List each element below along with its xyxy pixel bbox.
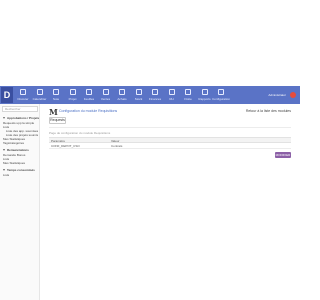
app-logo[interactable]: D: [1, 87, 13, 103]
nav-item-projet[interactable]: Projet: [66, 88, 80, 102]
back-to-modules-link[interactable]: Retour à la liste des modules: [246, 109, 291, 113]
divider: [49, 127, 291, 128]
sidebar-section-title: Temps consommés: [7, 168, 35, 172]
sidebar-section-approbations[interactable]: Approbations / Projets: [3, 116, 39, 120]
nav-item-finances[interactable]: Finances: [148, 88, 162, 102]
nav-item-rh[interactable]: RH: [165, 88, 179, 102]
sidebar-search-input[interactable]: [2, 106, 38, 112]
sales-icon: [102, 89, 109, 95]
nav-item-label: Achats: [117, 97, 127, 101]
main-content: M Configuration du module Requisitions R…: [40, 104, 300, 300]
module-icon: M: [49, 107, 58, 117]
chevron-down-icon: [3, 149, 5, 152]
sidebar-item-lists[interactable]: Lists: [3, 173, 9, 177]
user-name[interactable]: Administrator: [268, 93, 286, 97]
nav-item-label: Discuter: [17, 97, 29, 101]
nav-item-configuration[interactable]: Configuration: [212, 88, 230, 102]
nav-item-rapports[interactable]: Rapports: [198, 88, 212, 102]
project-icon: [69, 89, 76, 95]
nav-item-discuter[interactable]: Discuter: [16, 88, 30, 102]
modify-button[interactable]: MODIFIER: [275, 152, 291, 158]
nav-item-label: RH: [169, 97, 174, 101]
nav-item-label: Note: [52, 97, 60, 101]
reports-icon: [201, 89, 208, 95]
table-row: CONF_DEPOT_CSO Contrats: [49, 143, 291, 149]
requests-button[interactable]: Requests: [49, 117, 66, 124]
chevron-down-icon: [3, 169, 5, 172]
timesheet-icon: [86, 89, 92, 95]
note-icon: [53, 89, 59, 95]
settings-icon: [218, 89, 224, 95]
nav-item-label: Stock: [134, 97, 143, 101]
calendar-icon: [36, 89, 43, 95]
nav-item-ventes[interactable]: Ventes: [99, 88, 113, 102]
fleet-icon: [185, 89, 191, 95]
left-sidebar: Approbations / Projets Requests upp la s…: [0, 104, 40, 300]
chevron-down-icon: [3, 117, 5, 120]
nav-item-stock[interactable]: Stock: [132, 88, 146, 102]
purchase-icon: [119, 89, 125, 95]
sidebar-section-title: Approbations / Projets: [7, 116, 40, 120]
sidebar-section-title: Remunérations: [7, 148, 29, 152]
top-navigation-bar: D Discuter Calendrier Note Projet Feuilles Ve…: [0, 86, 300, 104]
nav-item-calendrier[interactable]: Calendrier: [33, 88, 47, 102]
hr-icon: [168, 89, 175, 95]
nav-item-label: Projet: [68, 97, 77, 101]
sidebar-section-remunerations[interactable]: Remunérations: [3, 148, 29, 152]
chat-icon: [20, 89, 26, 95]
notification-icon[interactable]: [290, 92, 296, 98]
page-title: Configuration du module Requisitions: [59, 109, 118, 113]
stock-icon: [135, 89, 142, 95]
nav-item-label: Flotte: [184, 97, 192, 101]
nav-item-label: Finances: [148, 97, 162, 101]
parameter-cell: CONF_DEPOT_CSO: [51, 144, 80, 148]
sidebar-item-statistics[interactable]: Mes Statistiques: [3, 161, 25, 165]
nav-item-label: Ventes: [100, 97, 111, 101]
nav-item-label: Feuilles: [83, 97, 95, 101]
value-cell[interactable]: Contrats: [111, 144, 122, 148]
config-table: Paramètre Valeur CONF_DEPOT_CSO Contrats: [49, 137, 291, 149]
nav-item-label: Rapports: [198, 97, 211, 101]
nav-item-flotte[interactable]: Flotte: [181, 88, 195, 102]
nav-item-label: Calendrier: [32, 97, 47, 101]
nav-item-feuilles[interactable]: Feuilles: [82, 88, 96, 102]
page-caption: Page de configuration du module Requisit…: [49, 131, 111, 135]
sidebar-item-tags[interactable]: Tags/catégories: [3, 141, 24, 145]
sidebar-section-time-consumed[interactable]: Temps consommés: [3, 168, 35, 172]
nav-item-note[interactable]: Note: [49, 88, 63, 102]
finance-icon: [152, 89, 158, 95]
nav-item-label: Configuration: [212, 97, 230, 101]
nav-item-achats[interactable]: Achats: [115, 88, 129, 102]
